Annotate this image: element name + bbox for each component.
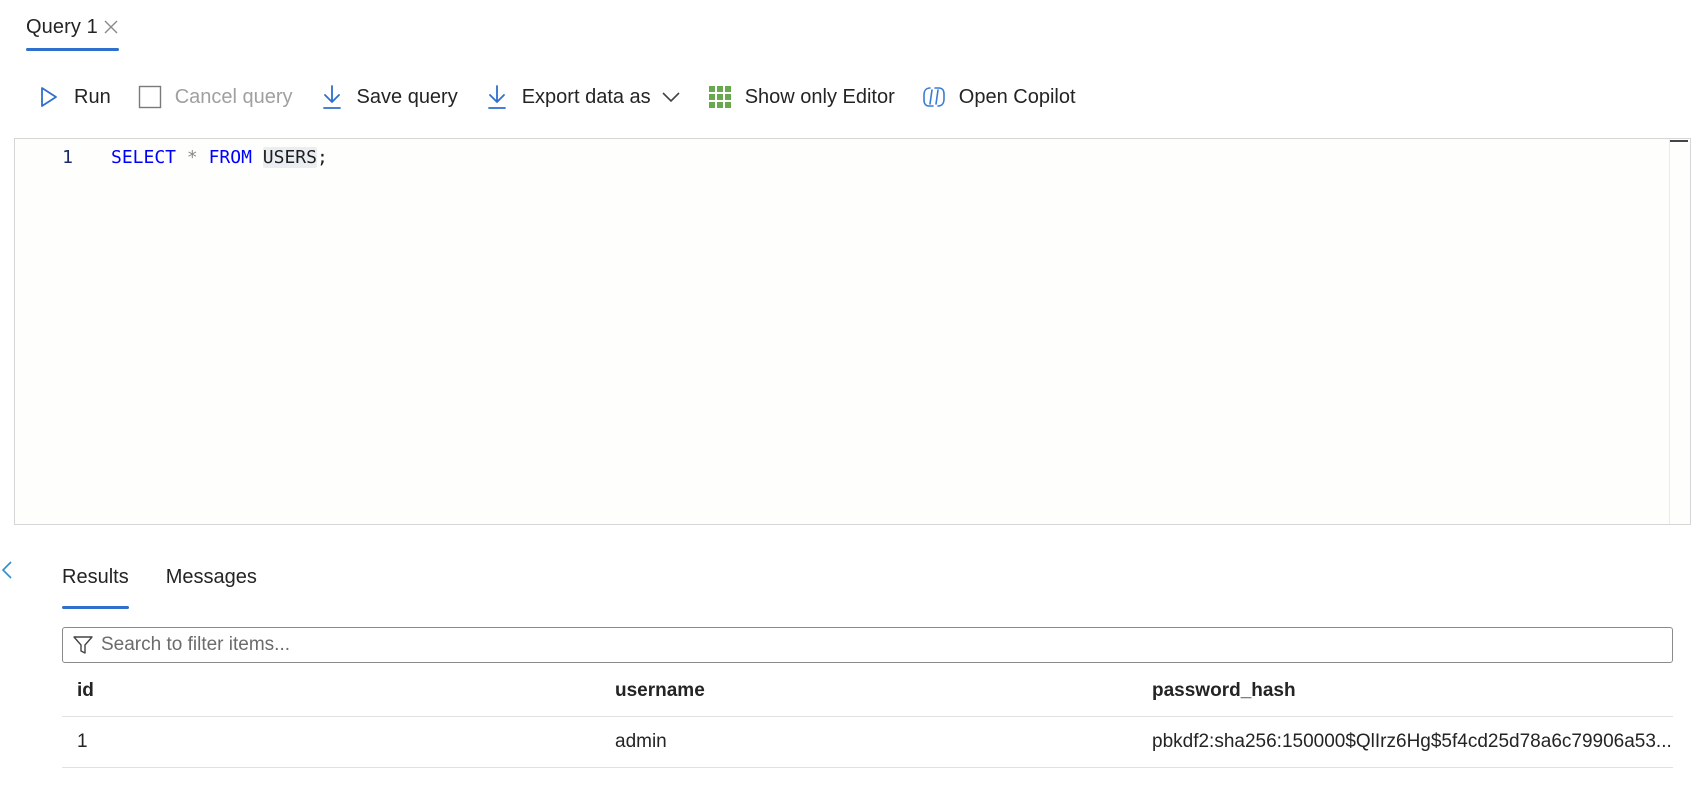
results-grid: id username password_hash 1 admin pbkdf2… — [62, 665, 1673, 768]
cell-id: 1 — [77, 731, 88, 752]
query-toolbar: Run Cancel query Save query Export data … — [36, 78, 1102, 116]
download-icon — [484, 84, 510, 110]
cell-password-hash: pbkdf2:sha256:150000$QlIrz6Hg$5f4cd25d78… — [1152, 731, 1672, 752]
show-only-editor-button[interactable]: Show only Editor — [707, 78, 895, 116]
close-icon[interactable] — [102, 18, 120, 36]
code-line: SELECT * FROM USERS; — [111, 146, 328, 168]
query-tab-strip: Query 1 — [26, 10, 120, 52]
save-query-label: Save query — [356, 85, 458, 108]
download-icon — [319, 84, 345, 110]
play-icon — [36, 84, 62, 110]
tab-messages[interactable]: Messages — [166, 566, 257, 610]
collapse-panel-button[interactable] — [0, 558, 16, 582]
table-identifier: USERS — [262, 146, 317, 168]
show-only-editor-label: Show only Editor — [744, 85, 895, 108]
cell-username: admin — [615, 731, 667, 752]
operator-star: * — [186, 146, 198, 168]
line-number: 1 — [62, 146, 73, 168]
cancel-query-label: Cancel query — [174, 85, 293, 108]
tab-active-indicator — [26, 48, 119, 51]
sql-editor[interactable]: 1 SELECT * FROM USERS; — [14, 138, 1691, 525]
export-data-button[interactable]: Export data as — [484, 78, 681, 116]
editor-scrollbar-thumb[interactable] — [1670, 140, 1688, 142]
editor-scrollbar[interactable] — [1669, 139, 1690, 524]
grid-icon — [707, 84, 733, 110]
tab-title: Query 1 — [26, 15, 98, 38]
chevron-down-icon — [661, 91, 681, 103]
run-label: Run — [74, 85, 111, 108]
run-button[interactable]: Run — [36, 78, 111, 116]
cancel-query-button[interactable]: Cancel query — [137, 78, 293, 116]
chevron-left-icon — [0, 561, 16, 586]
results-tabs: Results Messages — [62, 566, 294, 610]
table-row[interactable]: 1 admin pbkdf2:sha256:150000$QlIrz6Hg$5f… — [62, 717, 1673, 768]
open-copilot-button[interactable]: Open Copilot — [921, 78, 1076, 116]
column-header-id[interactable]: id — [62, 680, 600, 702]
open-copilot-label: Open Copilot — [958, 85, 1076, 108]
save-query-button[interactable]: Save query — [319, 78, 458, 116]
tab-query-1[interactable]: Query 1 — [26, 10, 120, 44]
export-data-label: Export data as — [521, 85, 651, 108]
semicolon: ; — [316, 146, 328, 168]
grid-header-row: id username password_hash — [62, 665, 1673, 717]
copilot-icon — [921, 84, 947, 110]
column-header-password-hash[interactable]: password_hash — [1137, 680, 1673, 702]
filter-search-box — [62, 627, 1673, 663]
filter-search-input[interactable] — [99, 630, 1672, 660]
editor-line: 1 SELECT * FROM USERS; — [15, 139, 1690, 175]
column-header-username[interactable]: username — [600, 680, 1137, 702]
filter-icon — [71, 633, 95, 657]
keyword-from: FROM — [208, 146, 252, 168]
tab-results[interactable]: Results — [62, 566, 129, 610]
checkbox-icon — [137, 84, 163, 110]
keyword-select: SELECT — [111, 146, 177, 168]
